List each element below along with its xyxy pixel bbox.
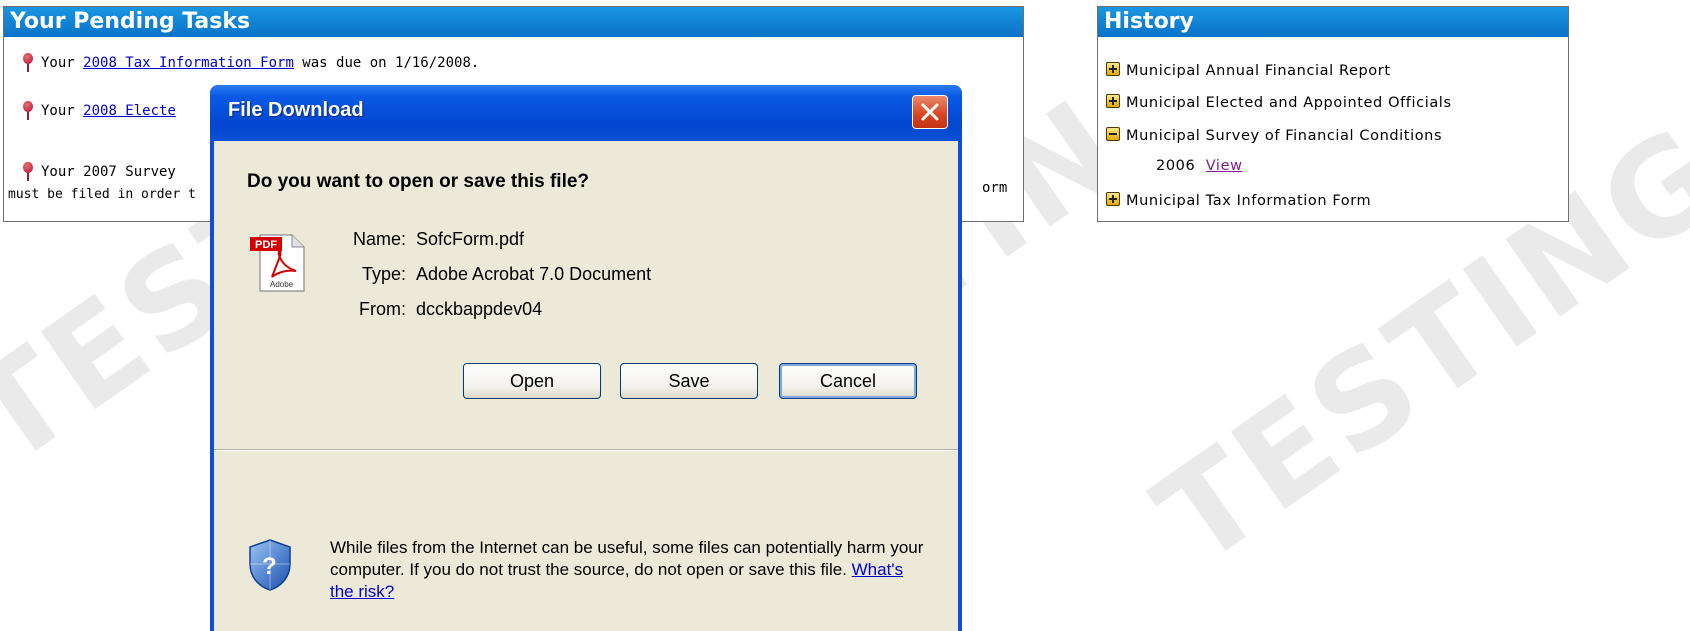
task-text-right: orm [982,180,1008,196]
pin-icon [22,101,33,121]
expand-icon[interactable] [1106,62,1120,76]
expand-icon[interactable] [1106,192,1120,206]
pin-icon [22,53,33,73]
file-name-value: SofcForm.pdf [416,229,525,249]
from-label: From: [359,299,406,319]
file-source-value: dcckbappdev04 [416,299,543,319]
collapse-icon[interactable] [1106,127,1120,141]
task-item: Your 2007 Survey [22,162,176,182]
dialog-divider [214,449,958,451]
svg-text:Adobe: Adobe [270,280,294,289]
history-item[interactable]: Municipal Tax Information Form [1106,192,1371,209]
type-label: Type: [361,264,406,284]
task-item: Your 2008 Tax Information Form was due o… [22,53,479,73]
dialog-title: File Download [228,99,364,121]
svg-text:?: ? [262,553,277,580]
file-download-dialog: File Download Do you want to open or sav… [210,85,962,631]
close-button[interactable] [912,95,948,129]
file-type-value: Adobe Acrobat 7.0 Document [416,264,652,284]
pdf-file-icon: PDF Adobe [250,234,305,292]
cancel-button[interactable]: Cancel [779,363,917,399]
name-label: Name: [352,229,406,249]
history-sub-item: 2006 View [1156,158,1243,174]
svg-text:PDF: PDF [255,239,277,251]
history-item[interactable]: Municipal Elected and Appointed Official… [1106,94,1452,111]
dialog-question: Do you want to open or save this file? [247,171,590,192]
task-link[interactable]: 2008 Tax Information Form [83,55,294,71]
open-button[interactable]: Open [463,363,601,399]
security-warning: While files from the Internet can be use… [330,538,924,601]
save-button[interactable]: Save [620,363,758,399]
task-text-line2: must be filed in order t [8,187,196,202]
expand-icon[interactable] [1106,94,1120,108]
history-panel: History Municipal Annual Financial Repor… [1097,6,1569,222]
dialog-title-bar[interactable]: File Download [210,85,962,141]
history-title: History [1098,7,1568,37]
history-item[interactable]: Municipal Survey of Financial Conditions [1106,127,1442,144]
pin-icon [22,162,33,182]
history-item[interactable]: Municipal Annual Financial Report [1106,62,1391,79]
view-link[interactable]: View [1206,158,1243,174]
pending-tasks-title: Your Pending Tasks [4,7,1023,37]
task-link[interactable]: 2008 Electe [83,103,176,119]
close-icon [921,103,939,121]
dialog-body: Do you want to open or save this file? P… [214,141,958,631]
security-shield-icon: ? [249,539,291,591]
task-item: Your 2008 Electe [22,101,176,121]
